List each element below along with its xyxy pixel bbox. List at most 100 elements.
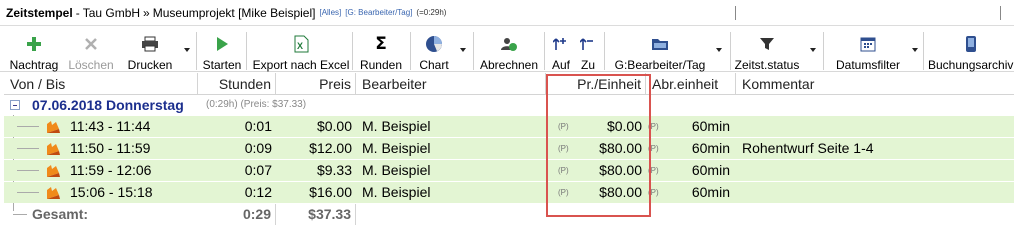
zeitstatus-label: Zeitst.status	[734, 58, 800, 72]
table-row[interactable]: 15:06 - 15:18 0:12 $16.00 M. Beispiel (P…	[4, 182, 1014, 203]
datumsfilter-button[interactable]: Datumsfilter	[828, 28, 908, 72]
entry-kommentar: Rohentwurf Seite 1-4	[742, 140, 874, 156]
group-date: 07.06.2018 Donnerstag	[32, 97, 184, 113]
entry-abr-einheit: 60min	[691, 184, 730, 200]
grid-header: Von / Bis Stunden Preis Bearbeiter Pr./E…	[4, 73, 1014, 95]
plus-icon	[26, 34, 42, 54]
entry-abr-einheit: 60min	[691, 140, 730, 156]
entry-preis: $12.00	[309, 140, 352, 156]
expand-icon	[553, 34, 569, 54]
entry-kommentar	[736, 116, 1014, 137]
timestamp-icon	[47, 187, 60, 199]
grouping-label: G:Bearbeiter/Tag	[614, 58, 706, 72]
zu-button[interactable]: Zu	[576, 28, 600, 72]
grouping-tag: [G: Bearbeiter/Tag]	[345, 8, 413, 17]
excel-icon: X	[293, 34, 309, 54]
entry-time: 11:50 - 11:59	[70, 140, 151, 156]
tree-connector	[17, 192, 39, 193]
collapse-toggle-icon[interactable]	[10, 100, 20, 110]
time-entries-grid: Von / Bis Stunden Preis Bearbeiter Pr./E…	[0, 73, 1014, 245]
export-excel-button[interactable]: X Export nach Excel	[253, 28, 349, 72]
delete-x-icon	[84, 34, 98, 54]
runden-label: Runden	[359, 58, 403, 72]
column-header-preis[interactable]: Preis	[276, 73, 356, 95]
window-titlebar: Zeitstempel - Tau GmbH » Museumprojekt […	[0, 0, 1014, 26]
entry-stunden: 0:09	[244, 140, 272, 156]
drucken-dropdown-caret[interactable]	[184, 48, 190, 52]
table-row[interactable]: 11:59 - 12:06 0:07 $9.33 M. Beispiel (P)…	[4, 160, 1014, 181]
nachtrag-button[interactable]: Nachtrag	[8, 28, 60, 72]
column-header-bearbeiter[interactable]: Bearbeiter	[356, 73, 546, 95]
project-name: Museumprojekt [Mike Beispiel]	[152, 5, 316, 20]
sigma-icon: Σ	[375, 34, 387, 54]
total-label: Gesamt:	[32, 206, 89, 222]
auf-button[interactable]: Auf	[549, 28, 573, 72]
zeitstatus-dropdown-caret[interactable]	[810, 48, 816, 52]
datumsfilter-label: Datumsfilter	[835, 58, 900, 72]
group-summary: (0:29h) (Preis: $37.33)	[206, 99, 307, 110]
datumsfilter-dropdown-caret[interactable]	[912, 48, 918, 52]
zeitstatus-button[interactable]: Zeitst.status	[734, 28, 800, 72]
column-header-kommentar[interactable]: Kommentar	[736, 73, 1014, 95]
toolbar-separator	[352, 32, 353, 70]
toolbar-separator	[196, 32, 197, 70]
column-header-abr-einheit[interactable]: Abr.einheit	[646, 73, 736, 95]
timestamp-icon	[47, 165, 60, 177]
entry-stunden: 0:01	[244, 118, 272, 134]
entry-time: 11:43 - 11:44	[70, 118, 151, 134]
loeschen-button[interactable]: Löschen	[66, 28, 116, 72]
title-divider	[735, 6, 736, 20]
tree-connector	[13, 214, 27, 215]
chart-label: Chart	[419, 58, 449, 72]
archive-phone-icon	[928, 34, 1014, 54]
tree-connector	[17, 170, 39, 171]
abrechnen-button[interactable]: Abrechnen	[478, 28, 540, 72]
loeschen-label: Löschen	[68, 58, 114, 72]
entry-stunden: 0:07	[244, 162, 272, 178]
entry-kommentar	[736, 160, 1014, 181]
company-name: Tau GmbH	[82, 5, 141, 20]
app-title: Zeitstempel	[6, 5, 73, 20]
drucken-button[interactable]: Drucken	[124, 28, 176, 72]
timestamp-icon	[47, 121, 60, 133]
entry-time: 15:06 - 15:18	[70, 184, 153, 200]
starten-label: Starten	[202, 58, 242, 72]
total-row: Gesamt: 0:29 $37.33	[4, 204, 1014, 225]
total-time-tag: (=0:29h)	[416, 8, 447, 17]
entry-kommentar	[736, 182, 1014, 203]
title-divider-right	[1000, 6, 1001, 20]
table-row[interactable]: 11:50 - 11:59 0:09 $12.00 M. Beispiel (P…	[4, 138, 1014, 159]
table-row[interactable]: 11:43 - 11:44 0:01 $0.00 M. Beispiel (P)…	[4, 116, 1014, 137]
title-separator: -	[75, 5, 80, 20]
toolbar-separator	[544, 32, 545, 70]
total-preis: $37.33	[276, 204, 356, 225]
toolbar-separator	[604, 32, 605, 70]
tree-connector	[17, 148, 39, 149]
chart-dropdown-caret[interactable]	[460, 48, 466, 52]
highlight-box	[546, 74, 651, 217]
entry-preis: $9.33	[316, 162, 352, 178]
column-header-stunden[interactable]: Stunden	[198, 73, 276, 95]
starten-button[interactable]: Starten	[201, 28, 243, 72]
grouping-dropdown-caret[interactable]	[716, 48, 722, 52]
total-stunden: 0:29	[198, 204, 276, 225]
entry-abr-einheit: 60min	[691, 162, 730, 178]
toolbar-separator	[410, 32, 411, 70]
printer-icon	[141, 34, 159, 54]
group-row[interactable]: 07.06.2018 Donnerstag (0:29h) (Preis: $3…	[4, 95, 1014, 115]
column-header-von-bis[interactable]: Von / Bis	[4, 73, 198, 95]
chart-button[interactable]: Chart	[414, 28, 454, 72]
filter-funnel-icon	[759, 34, 775, 54]
play-icon	[215, 34, 229, 54]
entry-abr-einheit: 60min	[691, 118, 730, 134]
toolbar-separator	[823, 32, 824, 70]
runden-button[interactable]: Σ Runden	[356, 28, 406, 72]
pie-chart-icon	[425, 34, 443, 54]
entry-bearbeiter: M. Beispiel	[362, 140, 431, 156]
nachtrag-label: Nachtrag	[9, 58, 59, 72]
entry-preis: $0.00	[316, 118, 352, 134]
grouping-button[interactable]: G:Bearbeiter/Tag	[610, 28, 710, 72]
buchungsarchiv-label: Buchungsarchiv	[928, 58, 1014, 72]
entry-bearbeiter: M. Beispiel	[362, 118, 431, 134]
buchungsarchiv-button[interactable]: Buchungsarchiv	[924, 28, 1014, 72]
